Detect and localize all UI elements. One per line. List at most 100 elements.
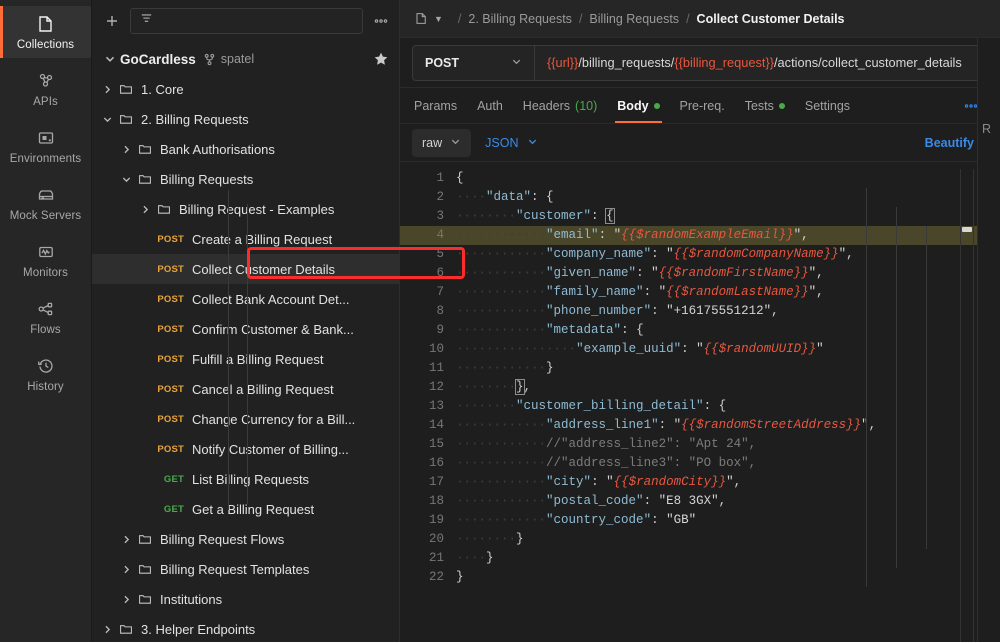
tree-request-confirm-customer-bank[interactable]: POST Confirm Customer & Bank... [92, 314, 399, 344]
tree-request-notify-customer-of-billing[interactable]: POST Notify Customer of Billing... [92, 434, 399, 464]
tree-request-collect-customer-details[interactable]: POST Collect Customer Details [92, 254, 399, 284]
tree-folder-billing-request-examples[interactable]: Billing Request - Examples [92, 194, 399, 224]
body-language-select[interactable]: JSON [477, 129, 545, 157]
chevron-down-icon[interactable]: ▼ [434, 14, 443, 24]
code-token-str: " [651, 266, 659, 280]
code-line[interactable]: 7 ············"family_name": "{{$randomLa… [400, 283, 1000, 302]
request-method-badge: POST [157, 353, 184, 365]
rail-item-environments[interactable]: Environments [0, 120, 91, 172]
tree-request-get-a-billing-request[interactable]: GET Get a Billing Request [92, 494, 399, 524]
rail-item-collections[interactable]: Collections [0, 6, 91, 58]
tree-folder-institutions[interactable]: Institutions [92, 584, 399, 614]
flows-icon [36, 299, 56, 319]
tree-request-fulfill-a-billing-request[interactable]: POST Fulfill a Billing Request [92, 344, 399, 374]
code-token-pun: : [651, 247, 667, 261]
code-line[interactable]: 19 ············"country_code": "GB" [400, 511, 1000, 530]
chevron-right-icon[interactable] [117, 534, 135, 545]
chevron-down-icon[interactable] [98, 114, 116, 125]
body-mode-select[interactable]: raw [412, 128, 472, 157]
tab-pre-req[interactable]: Pre-req. [670, 88, 735, 123]
tree-request-collect-bank-account-det[interactable]: POST Collect Bank Account Det... [92, 284, 399, 314]
body-code-editor[interactable]: 1{2 ····"data": {3 ········"customer": {4 ·… [400, 162, 1000, 642]
monitors-icon [36, 242, 56, 262]
tab-tests[interactable]: Tests [735, 88, 795, 123]
url-input[interactable]: {{url}}/billing_requests/{{billing_reque… [535, 46, 987, 80]
star-icon[interactable] [373, 51, 389, 67]
rail-item-flows[interactable]: Flows [0, 291, 91, 343]
tree-folder-billing-request-templates[interactable]: Billing Request Templates [92, 554, 399, 584]
scrollbar-thumb[interactable] [962, 227, 972, 232]
breadcrumb-item-1[interactable]: Billing Requests [589, 12, 679, 26]
response-panel[interactable]: R [977, 38, 1000, 642]
code-line[interactable]: 16 ············//"address_line3": "PO box… [400, 454, 1000, 473]
tab-label: Pre-req. [679, 98, 725, 113]
code-line[interactable]: 10 ················"example_uuid": "{{$ra… [400, 340, 1000, 359]
code-line[interactable]: 6 ············"given_name": "{{$randomFir… [400, 264, 1000, 283]
tab-auth[interactable]: Auth [467, 88, 513, 123]
code-token-ind: ···· [516, 437, 547, 451]
code-line[interactable]: 1{ [400, 169, 1000, 188]
code-token-key: "data" [486, 190, 532, 204]
new-item-button[interactable] [100, 9, 124, 33]
code-token-ind: ···· [456, 513, 487, 527]
code-line[interactable]: 22} [400, 568, 1000, 587]
chevron-right-icon[interactable] [98, 624, 116, 635]
tree-folder-1-core[interactable]: 1. Core [92, 74, 399, 104]
code-line[interactable]: 8 ············"phone_number": "+161755512… [400, 302, 1000, 321]
tree-request-create-a-billing-request[interactable]: POST Create a Billing Request [92, 224, 399, 254]
rail-item-history[interactable]: History [0, 348, 91, 400]
tree-folder-3-helper-endpoints[interactable]: 3. Helper Endpoints [92, 614, 399, 642]
tab-headers[interactable]: Headers (10) [513, 88, 607, 123]
code-line[interactable]: 3 ········"customer": { [400, 207, 1000, 226]
code-line[interactable]: 14 ············"address_line1": "{{$rando… [400, 416, 1000, 435]
code-line[interactable]: 5 ············"company_name": "{{$randomC… [400, 245, 1000, 264]
code-token-ind: ···· [516, 304, 547, 318]
tree-folder-bank-authorisations[interactable]: Bank Authorisations [92, 134, 399, 164]
tab-settings[interactable]: Settings [795, 88, 860, 123]
rail-item-monitors[interactable]: Monitors [0, 234, 91, 286]
breadcrumb-separator: / [578, 11, 583, 26]
code-line[interactable]: 15 ············//"address_line2": "Apt 24… [400, 435, 1000, 454]
chevron-right-icon[interactable] [117, 564, 135, 575]
method-select[interactable]: POST [413, 45, 535, 80]
line-number: 8 [436, 304, 444, 318]
code-token-key: "country_code" [546, 513, 652, 527]
tree-folder-billing-requests[interactable]: Billing Requests [92, 164, 399, 194]
code-line[interactable]: 20 ········} [400, 530, 1000, 549]
code-line[interactable]: 12 ········}, [400, 378, 1000, 397]
rail-item-mock-servers[interactable]: Mock Servers [0, 177, 91, 229]
folder-icon [116, 112, 136, 126]
code-text: ············"email": "{{$randomExampleEm… [456, 226, 1000, 245]
chevron-right-icon[interactable] [136, 204, 154, 215]
rail-item-apis[interactable]: APIs [0, 63, 91, 115]
chevron-down-icon[interactable] [117, 174, 135, 185]
sidebar-more-button[interactable] [369, 9, 393, 33]
code-text: ············"country_code": "GB" [456, 511, 1000, 530]
code-line[interactable]: 18 ············"postal_code": "E8 3GX", [400, 492, 1000, 511]
search-input[interactable] [130, 8, 363, 34]
chevron-right-icon[interactable] [117, 594, 135, 605]
code-line[interactable]: 21 ····} [400, 549, 1000, 568]
chevron-right-icon[interactable] [117, 144, 135, 155]
code-line[interactable]: 17 ············"city": "{{$randomCity}}", [400, 473, 1000, 492]
code-line[interactable]: 11 ············} [400, 359, 1000, 378]
code-token-pun: : [636, 266, 652, 280]
code-line[interactable]: 4 ············"email": "{{$randomExampleE… [400, 226, 1000, 245]
code-line[interactable]: 13 ········"customer_billing_detail": { [400, 397, 1000, 416]
code-line[interactable]: 2 ····"data": { [400, 188, 1000, 207]
tree-folder-2-billing-requests[interactable]: 2. Billing Requests [92, 104, 399, 134]
chevron-down-icon[interactable] [100, 53, 120, 65]
collection-icon[interactable] [414, 11, 429, 26]
tab-label: Tests [744, 98, 774, 113]
tree-request-list-billing-requests[interactable]: GET List Billing Requests [92, 464, 399, 494]
tree-folder-billing-request-flows[interactable]: Billing Request Flows [92, 524, 399, 554]
tab-body[interactable]: Body [607, 88, 669, 123]
tab-params[interactable]: Params [412, 88, 467, 123]
collection-root-row[interactable]: GoCardless spatel [92, 44, 399, 74]
code-line[interactable]: 9 ············"metadata": { [400, 321, 1000, 340]
tree-request-cancel-a-billing-request[interactable]: POST Cancel a Billing Request [92, 374, 399, 404]
editor-scrollbar[interactable] [960, 169, 974, 642]
tree-request-change-currency-for-a-bill[interactable]: POST Change Currency for a Bill... [92, 404, 399, 434]
chevron-right-icon[interactable] [98, 84, 116, 95]
breadcrumb-item-0[interactable]: 2. Billing Requests [468, 12, 572, 26]
